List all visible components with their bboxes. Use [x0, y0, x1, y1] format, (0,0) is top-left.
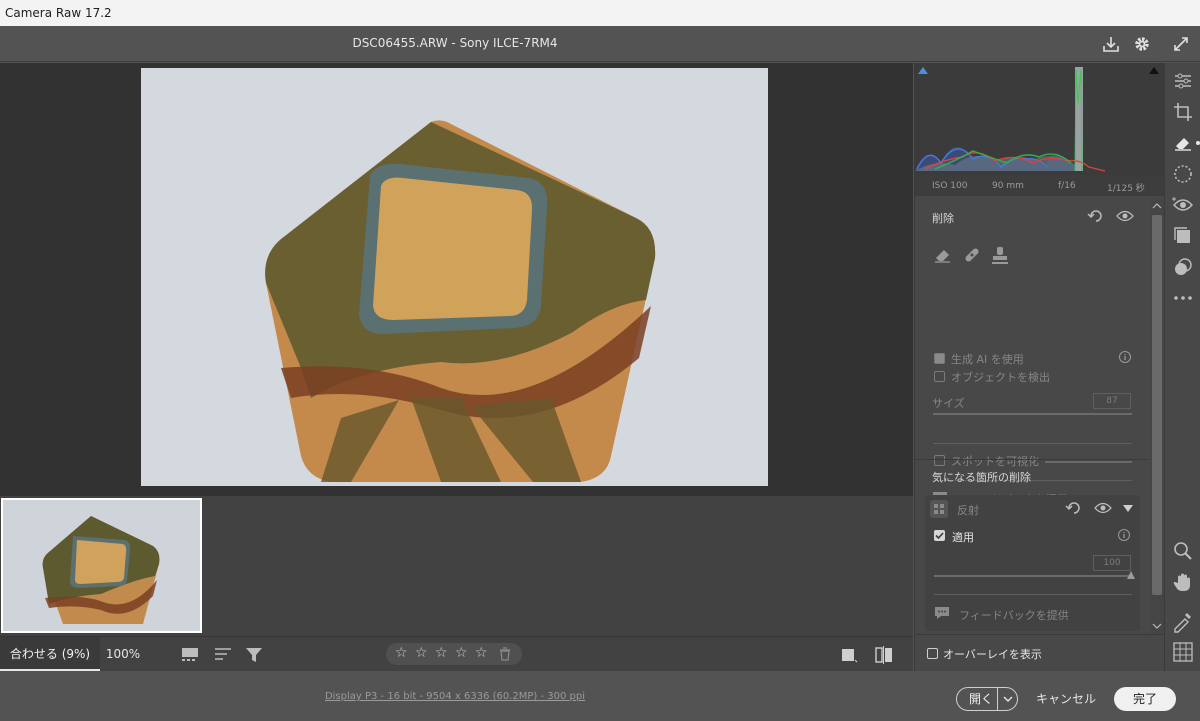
reflection-feedback-icon[interactable]	[933, 604, 951, 622]
color-sampler-icon[interactable]	[1171, 609, 1195, 633]
iso-value: ISO 100	[932, 181, 968, 191]
active-tool-indicator	[1196, 141, 1200, 145]
divider	[915, 459, 1149, 460]
collapse-chevron-icon[interactable]	[1122, 502, 1134, 514]
overlay-row: オーバーレイを表示	[915, 634, 1164, 671]
star-rating: ☆ ☆ ☆ ☆ ☆	[386, 643, 522, 665]
hand-tool-icon[interactable]	[1171, 570, 1195, 594]
cancel-button[interactable]: キャンセル	[1036, 687, 1096, 711]
star-2-icon[interactable]: ☆	[415, 645, 428, 661]
use-gen-ai-label: 生成 AI を使用	[951, 353, 1024, 366]
zoom-tool-icon[interactable]	[1171, 539, 1195, 563]
divider	[934, 594, 1132, 595]
amount-value-input[interactable]: 100	[1093, 555, 1131, 571]
done-button[interactable]: 完了	[1114, 687, 1176, 711]
show-overlay-checkbox[interactable]	[927, 648, 938, 659]
grid-overlay-icon[interactable]	[1171, 640, 1195, 664]
more-options-icon[interactable]	[1171, 286, 1195, 310]
visualize-spots-label: スポットを可視化	[951, 455, 1039, 468]
apply-label: 適用	[952, 531, 974, 544]
window-title-bar: Camera Raw 17.2	[0, 0, 1200, 26]
crop-icon[interactable]	[1171, 100, 1195, 124]
reflection-label: 反射	[957, 504, 979, 517]
star-1-icon[interactable]: ☆	[395, 645, 408, 661]
workflow-options-link[interactable]: Display P3 - 16 bit - 9504 x 6336 (60.2M…	[0, 691, 910, 702]
visualize-spots-checkbox[interactable]	[934, 455, 945, 466]
remove-section-title: 削除	[932, 212, 954, 225]
red-eye-icon[interactable]	[1171, 193, 1195, 217]
masking-icon[interactable]	[1171, 162, 1195, 186]
open-label: 開く	[969, 692, 994, 706]
photo-preview[interactable]	[141, 68, 768, 486]
apply-checkbox[interactable]	[934, 530, 945, 541]
zoom-fit-button[interactable]: 合わせる (9%)	[0, 637, 100, 671]
sort-icon[interactable]	[213, 645, 235, 665]
detect-objects-checkbox[interactable]	[934, 371, 945, 382]
window-title: Camera Raw 17.2	[5, 6, 112, 20]
remove-tool-icon[interactable]	[1171, 131, 1195, 155]
reflection-feedback-label[interactable]: フィードバックを提供	[959, 607, 1069, 623]
reset-icon[interactable]	[1087, 208, 1105, 224]
reflection-reset-icon[interactable]	[1065, 500, 1083, 516]
visualize-spots-slider[interactable]	[1045, 461, 1132, 463]
eraser-icon[interactable]	[933, 245, 953, 265]
scroll-up-icon[interactable]	[1152, 201, 1162, 211]
zoom-100-button[interactable]: 100%	[100, 637, 146, 671]
split-divider	[997, 688, 998, 710]
distraction-section-title: 気になる箇所の削除	[932, 471, 1031, 484]
remove-section: 削除 生成 AI を使用 オブジェクトを検出 サイズ 87 スポットを可視化	[915, 199, 1149, 506]
aperture-value: f/16	[1058, 181, 1076, 191]
clone-stamp-icon[interactable]	[990, 245, 1010, 265]
size-label: サイズ	[932, 397, 965, 410]
size-value-input[interactable]: 87	[1093, 393, 1131, 409]
star-4-icon[interactable]: ☆	[455, 645, 468, 661]
healing-bandage-icon[interactable]	[962, 245, 982, 265]
amount-slider[interactable]	[934, 575, 1132, 577]
show-overlay-label: オーバーレイを表示	[943, 648, 1042, 661]
size-slider[interactable]	[933, 413, 1132, 415]
open-button[interactable]: 開く	[956, 687, 1018, 711]
edit-sliders-icon[interactable]	[1171, 69, 1195, 93]
status-bar: Display P3 - 16 bit - 9504 x 6336 (60.2M…	[0, 671, 1200, 721]
edit-panel: ISO 100 90 mm f/16 1/125 秒 削除 生成 AI を使用 …	[914, 63, 1164, 671]
filmstrip-thumbnail[interactable]	[1, 498, 202, 633]
bottom-toolbar: 合わせる (9%) 100% ☆ ☆ ☆ ☆ ☆	[0, 636, 913, 671]
use-gen-ai-checkbox[interactable]	[934, 353, 945, 364]
info-icon[interactable]	[1118, 350, 1132, 364]
detect-objects-label: オブジェクトを検出	[951, 371, 1050, 384]
visibility-eye-icon[interactable]	[1116, 208, 1134, 224]
amount-slider-handle[interactable]	[1127, 571, 1135, 579]
filmstrip-options-icon[interactable]	[180, 645, 202, 665]
focal-length-value: 90 mm	[992, 181, 1024, 191]
shutter-value: 1/125 秒	[1107, 184, 1145, 194]
fullscreen-icon[interactable]	[1170, 33, 1192, 55]
single-view-icon[interactable]	[840, 646, 858, 664]
open-options-chevron-icon[interactable]	[1002, 693, 1014, 705]
file-title: DSC06455.ARW - Sony ILCE-7RM4	[352, 36, 558, 50]
reflection-eye-icon[interactable]	[1094, 500, 1112, 516]
star-3-icon[interactable]: ☆	[435, 645, 448, 661]
reflection-icon	[930, 500, 948, 518]
star-5-icon[interactable]: ☆	[475, 645, 488, 661]
tool-strip	[1164, 63, 1200, 671]
snapshots-icon[interactable]	[1171, 255, 1195, 279]
save-image-icon[interactable]	[1100, 33, 1122, 55]
apply-info-icon[interactable]	[1117, 528, 1131, 542]
header-bar: DSC06455.ARW - Sony ILCE-7RM4	[0, 26, 1200, 62]
scroll-thumb[interactable]	[1152, 215, 1162, 595]
trash-icon[interactable]	[498, 647, 512, 661]
presets-icon[interactable]	[1171, 224, 1195, 248]
before-after-icon[interactable]	[874, 645, 894, 665]
scroll-down-icon[interactable]	[1152, 621, 1162, 631]
reflection-card: 反射 適用 100 フィードバックを提供	[925, 495, 1140, 631]
gear-icon[interactable]	[1131, 33, 1153, 55]
filter-icon[interactable]	[244, 645, 266, 665]
exif-info: ISO 100 90 mm f/16 1/125 秒	[915, 177, 1149, 195]
divider	[933, 443, 1132, 444]
panel-scrollbar[interactable]	[1150, 199, 1164, 634]
